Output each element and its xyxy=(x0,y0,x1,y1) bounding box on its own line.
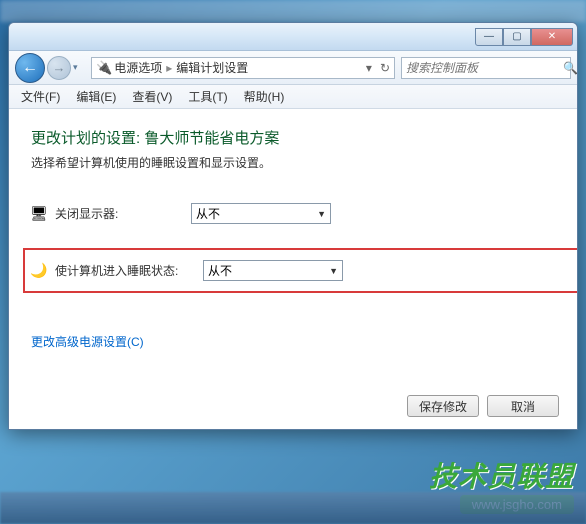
address-bar[interactable]: 🔌 电源选项 ▸ 编辑计划设置 ▾ ↻ xyxy=(91,57,395,79)
search-icon[interactable]: 🔍 xyxy=(563,61,578,75)
menu-edit[interactable]: 编辑(E) xyxy=(68,86,124,107)
close-button[interactable]: ✕ xyxy=(531,28,573,46)
breadcrumb-part2[interactable]: 编辑计划设置 xyxy=(176,59,248,76)
advanced-settings-link[interactable]: 更改高级电源设置(C) xyxy=(31,333,144,350)
window-controls: — ▢ ✕ xyxy=(475,28,573,46)
setting-display-off: 🖥 关闭显示器: 从不 ▼ xyxy=(31,199,555,228)
navigation-bar: ← → ▾ 🔌 电源选项 ▸ 编辑计划设置 ▾ ↻ 🔍 xyxy=(9,51,577,85)
search-box[interactable]: 🔍 xyxy=(401,57,571,79)
addressbar-dropdown-icon[interactable]: ▾ xyxy=(366,61,372,75)
moon-icon: 🌙 xyxy=(31,263,47,279)
setting-sleep: 🌙 使计算机进入睡眠状态: 从不 ▼ xyxy=(23,248,577,293)
menu-file[interactable]: 文件(F) xyxy=(13,86,68,107)
background-blur-top xyxy=(0,0,586,22)
titlebar: — ▢ ✕ xyxy=(9,23,577,51)
maximize-button[interactable]: ▢ xyxy=(503,28,531,46)
refresh-icon[interactable]: ↻ xyxy=(380,61,390,75)
minimize-button[interactable]: — xyxy=(475,28,503,46)
save-button[interactable]: 保存修改 xyxy=(407,395,479,417)
search-input[interactable] xyxy=(406,61,563,75)
page-subtitle: 选择希望计算机使用的睡眠设置和显示设置。 xyxy=(31,154,555,171)
menu-view[interactable]: 查看(V) xyxy=(124,86,180,107)
breadcrumb-separator: ▸ xyxy=(164,61,174,75)
display-off-value: 从不 xyxy=(196,205,220,222)
footer-buttons: 保存修改 取消 xyxy=(407,395,559,417)
sleep-value: 从不 xyxy=(208,262,232,279)
power-icon: 🔌 xyxy=(96,60,112,76)
chevron-down-icon: ▼ xyxy=(329,266,338,276)
sleep-label: 使计算机进入睡眠状态: xyxy=(55,262,195,279)
sleep-select[interactable]: 从不 ▼ xyxy=(203,260,343,281)
addressbar-end: ▾ ↻ xyxy=(366,61,390,75)
breadcrumb-part1[interactable]: 电源选项 xyxy=(114,59,162,76)
menu-bar: 文件(F) 编辑(E) 查看(V) 工具(T) 帮助(H) xyxy=(9,85,577,109)
display-off-label: 关闭显示器: xyxy=(55,205,183,222)
forward-button[interactable]: → xyxy=(47,56,71,80)
monitor-icon: 🖥 xyxy=(31,206,47,222)
content-area: 更改计划的设置: 鲁大师节能省电方案 选择希望计算机使用的睡眠设置和显示设置。 … xyxy=(9,109,577,429)
watermark-text: 技术员联盟 xyxy=(429,455,574,495)
background-blur-bottom xyxy=(0,492,586,524)
back-button[interactable]: ← xyxy=(15,53,45,83)
menu-help[interactable]: 帮助(H) xyxy=(236,86,293,107)
chevron-down-icon: ▼ xyxy=(317,209,326,219)
menu-tools[interactable]: 工具(T) xyxy=(180,86,235,107)
display-off-select[interactable]: 从不 ▼ xyxy=(191,203,331,224)
nav-arrows: ← → ▾ xyxy=(15,53,85,83)
page-title: 更改计划的设置: 鲁大师节能省电方案 xyxy=(31,127,555,148)
cancel-button[interactable]: 取消 xyxy=(487,395,559,417)
history-dropdown[interactable]: ▾ xyxy=(73,62,85,73)
control-panel-window: — ▢ ✕ ← → ▾ 🔌 电源选项 ▸ 编辑计划设置 ▾ ↻ 🔍 文件(F) … xyxy=(8,22,578,430)
